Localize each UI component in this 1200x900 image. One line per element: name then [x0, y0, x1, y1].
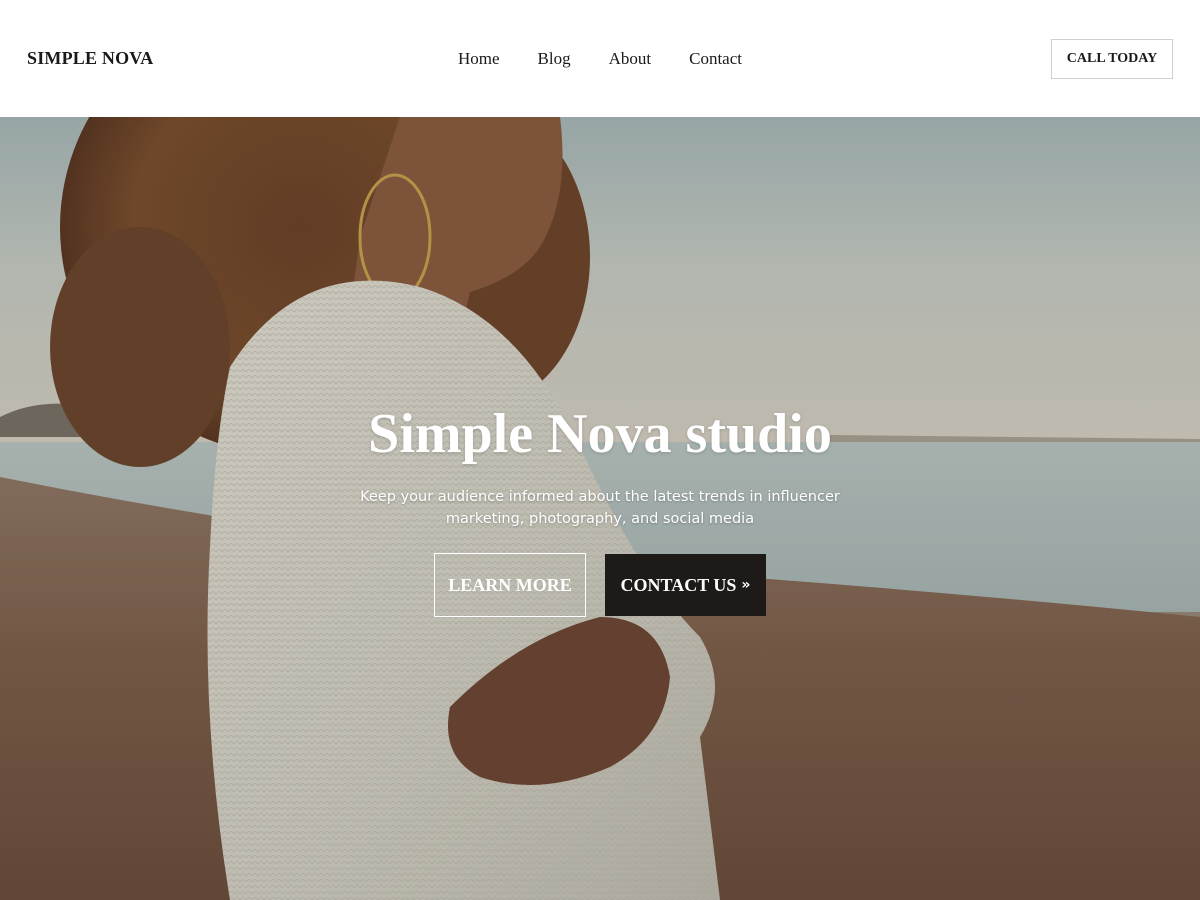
contact-us-label: CONTACT US	[620, 574, 737, 595]
nav-item-contact[interactable]: Contact	[689, 49, 742, 69]
double-chevron-right-icon: »	[741, 577, 751, 593]
hero-title: Simple Nova studio	[368, 403, 832, 465]
main-nav: Home Blog About Contact	[0, 0, 1200, 117]
hero-subtitle: Keep your audience informed about the la…	[360, 489, 840, 527]
hero-section: Simple Nova studio Keep your audience in…	[0, 117, 1200, 900]
site-header: SIMPLE NOVA Home Blog About Contact CALL…	[0, 0, 1200, 117]
contact-us-button[interactable]: CONTACT US »	[605, 554, 766, 616]
hero-content: Simple Nova studio Keep your audience in…	[0, 117, 1200, 900]
nav-item-about[interactable]: About	[609, 49, 652, 69]
learn-more-button[interactable]: LEARN MORE	[434, 553, 586, 617]
hero-actions: LEARN MORE CONTACT US »	[434, 553, 766, 617]
nav-item-home[interactable]: Home	[458, 49, 500, 69]
site-logo[interactable]: SIMPLE NOVA	[27, 48, 153, 69]
call-today-button[interactable]: CALL TODAY	[1051, 38, 1173, 79]
nav-item-blog[interactable]: Blog	[538, 49, 571, 69]
